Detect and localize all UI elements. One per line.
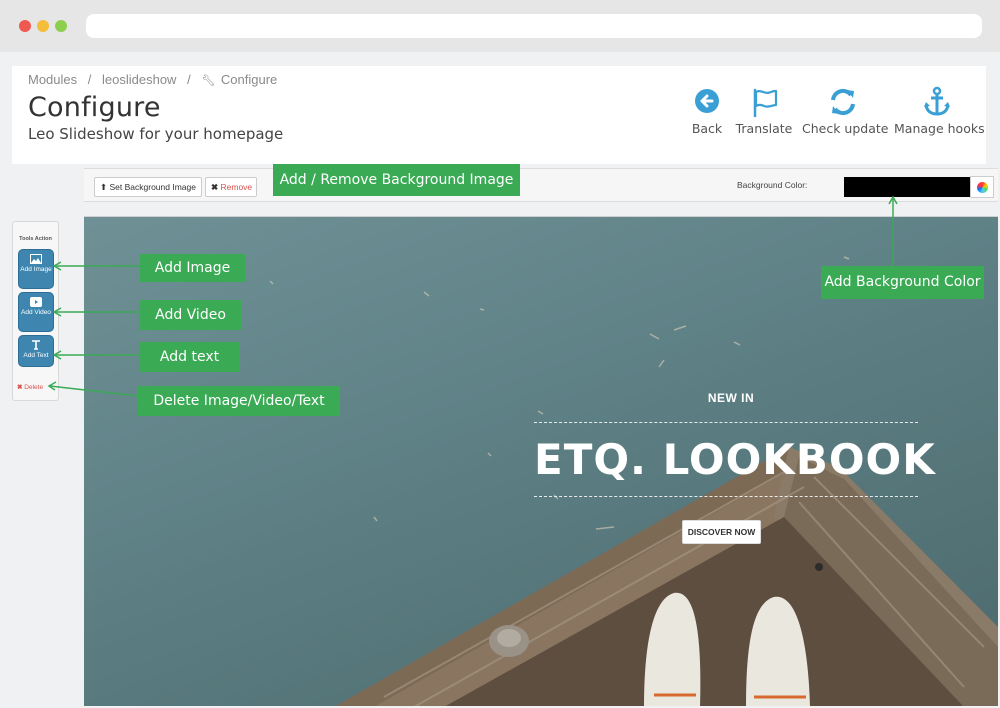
translate-button[interactable]: Translate [734, 86, 794, 136]
manage-hooks-label: Manage hooks [894, 121, 985, 136]
callout-bg-color: Add Background Color [821, 266, 984, 299]
callout-add-text: Add text [140, 342, 239, 372]
minimize-window-dot[interactable] [37, 20, 49, 32]
upload-icon: ⬆ [100, 182, 108, 192]
arrow-left-circle-icon [695, 89, 719, 113]
callout-delete: Delete Image/Video/Text [138, 386, 340, 416]
page-title: Configure [28, 92, 161, 123]
breadcrumb-leoslideshow[interactable]: leoslideshow [102, 72, 176, 87]
close-window-dot[interactable] [19, 20, 31, 32]
delete-button[interactable]: ✖ Delete [17, 383, 43, 391]
page-subtitle: Leo Slideshow for your homepage [28, 125, 284, 143]
add-video-button[interactable]: Add Video [18, 292, 54, 332]
callout-add-image: Add Image [140, 254, 245, 282]
slide-divider-top [534, 422, 918, 423]
check-update-label: Check update [802, 121, 889, 136]
editor-toolbar: ⬆ Set Background Image ✖ Remove Backgrou… [84, 168, 998, 202]
tools-action-panel: Tools Action Add Image Add Video Add Tex… [12, 221, 59, 401]
background-color-label: Background Color: [737, 180, 808, 190]
text-icon [32, 340, 40, 350]
add-text-button[interactable]: Add Text [18, 335, 54, 367]
slide-divider-bottom [534, 496, 918, 497]
back-label: Back [691, 121, 723, 136]
refresh-icon [831, 88, 855, 116]
video-icon [30, 297, 42, 307]
close-icon: ✖ [17, 384, 23, 391]
breadcrumb-modules[interactable]: Modules [28, 72, 77, 87]
admin-page: Modules / leoslideshow / 🔧︎ Configure Co… [0, 52, 1000, 708]
tools-action-title: Tools Action [19, 236, 52, 242]
remove-background-button[interactable]: ✖ Remove [205, 177, 257, 197]
wrench-icon: 🔧︎ [201, 75, 216, 87]
set-background-label: Set Background Image [109, 182, 196, 192]
slide-title-text[interactable]: ETQ. LOOKBOOK [534, 435, 935, 484]
maximize-window-dot[interactable] [55, 20, 67, 32]
flag-icon [753, 88, 778, 118]
check-update-button[interactable]: Check update [802, 86, 889, 136]
background-color-input[interactable] [844, 177, 970, 197]
callout-add-video: Add Video [140, 300, 241, 330]
discover-now-button[interactable]: DISCOVER NOW [682, 520, 761, 544]
add-video-label: Add Video [21, 309, 51, 316]
translate-label: Translate [735, 121, 793, 136]
add-text-label: Add Text [23, 352, 49, 359]
slide-eyebrow-text[interactable]: NEW IN [534, 391, 928, 405]
manage-hooks-button[interactable]: Manage hooks [894, 86, 985, 136]
add-image-button[interactable]: Add Image [18, 249, 54, 289]
page-header: Modules / leoslideshow / 🔧︎ Configure Co… [12, 66, 986, 164]
color-picker-button[interactable] [970, 176, 994, 198]
delete-label: Delete [24, 384, 44, 391]
image-icon [30, 254, 42, 264]
breadcrumb-separator: / [87, 72, 92, 87]
browser-chrome [0, 0, 1000, 52]
set-background-image-button[interactable]: ⬆ Set Background Image [94, 177, 202, 197]
add-image-label: Add Image [20, 266, 52, 273]
breadcrumb-configure: Configure [220, 72, 278, 87]
address-bar[interactable] [86, 14, 982, 38]
close-icon: ✖ [211, 182, 219, 192]
remove-label: Remove [220, 182, 253, 192]
breadcrumb: Modules / leoslideshow / 🔧︎ Configure [28, 72, 277, 87]
breadcrumb-separator: / [187, 72, 191, 87]
callout-bg-image: Add / Remove Background Image [273, 164, 520, 196]
back-button[interactable]: Back [686, 86, 728, 136]
anchor-icon [924, 86, 950, 116]
color-wheel-icon [977, 182, 988, 193]
